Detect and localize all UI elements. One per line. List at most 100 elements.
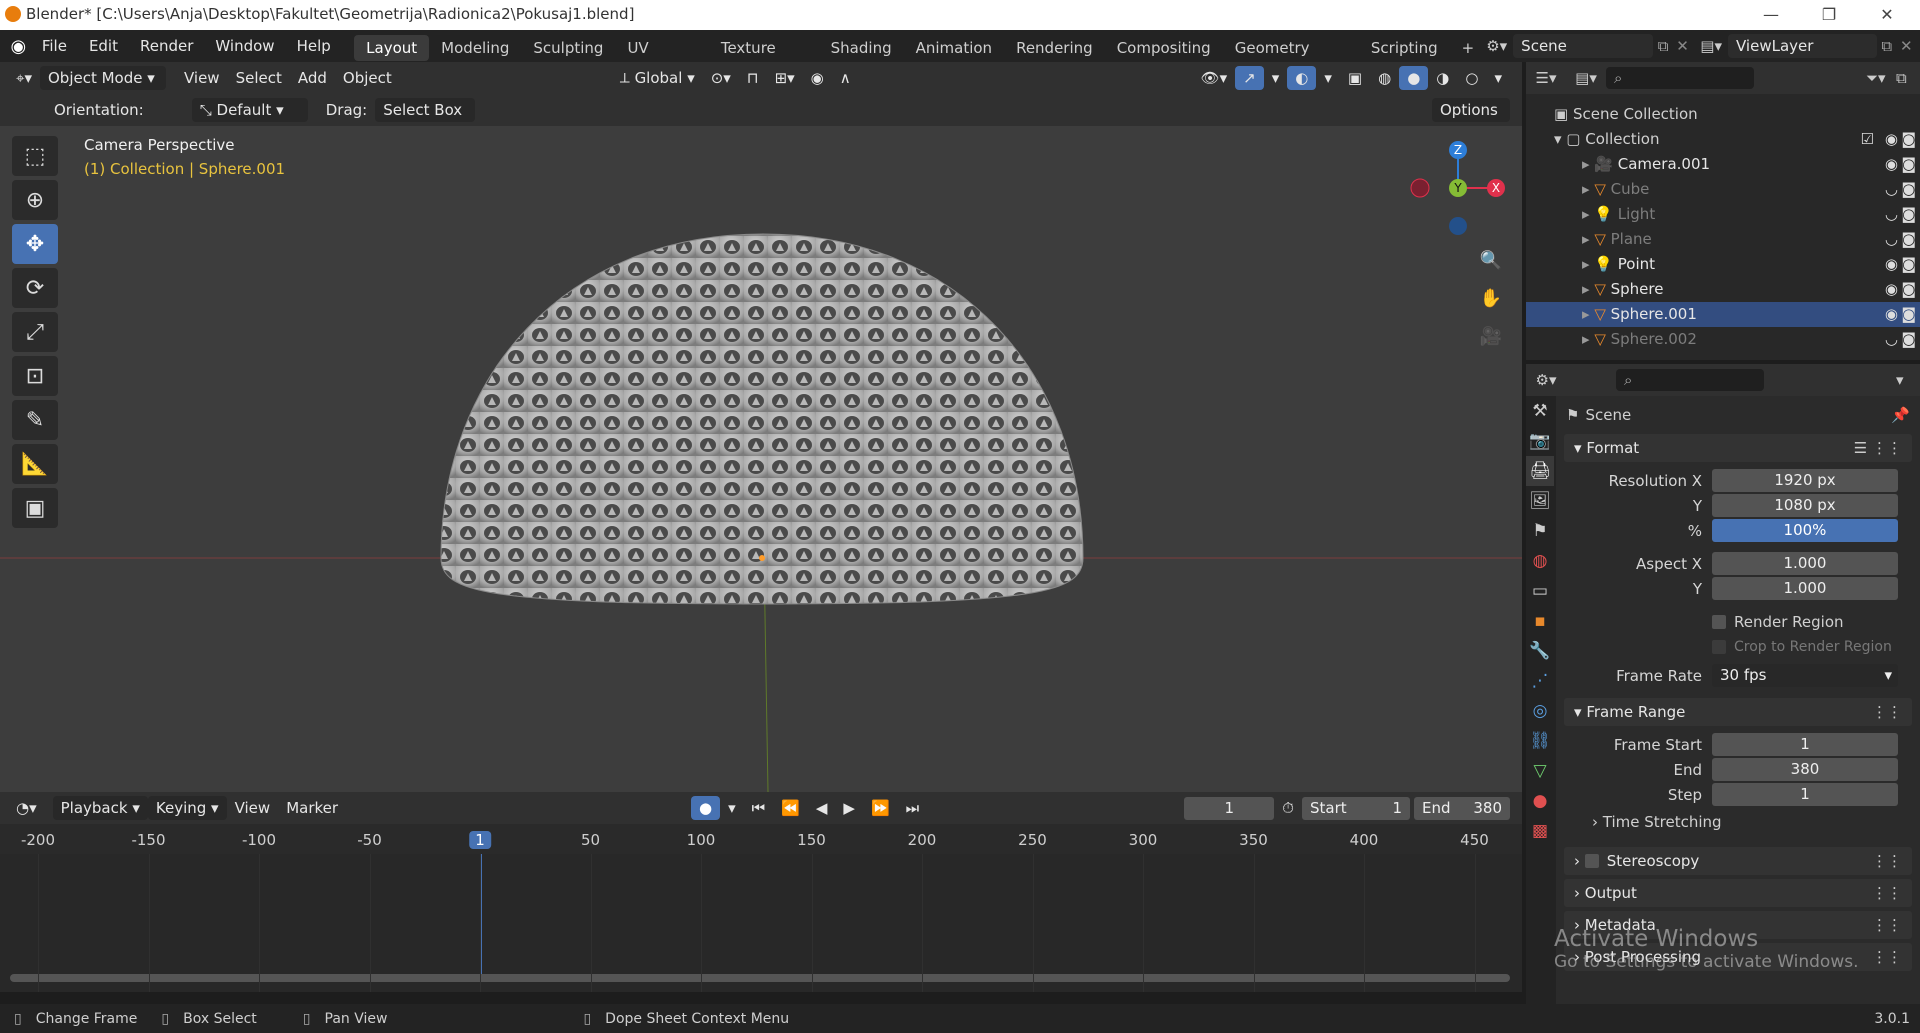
render-camera-icon[interactable]: ◙	[1901, 327, 1916, 352]
render-camera-icon[interactable]: ◙	[1901, 227, 1916, 252]
eye-closed-icon[interactable]: ◡	[1885, 227, 1898, 252]
physics-tab-icon[interactable]: ◎	[1526, 696, 1554, 726]
scene-browse-icon[interactable]: ⚙▾	[1486, 37, 1507, 55]
drag-dropdown[interactable]: Select Box ▾	[375, 98, 476, 143]
gizmo-z-axis[interactable]: Z	[1449, 141, 1467, 159]
start-frame-field[interactable]: Start 1	[1302, 796, 1410, 820]
frame-range-panel-header[interactable]: ▾ Frame Range ⋮⋮	[1564, 698, 1912, 726]
new-collection-icon[interactable]: ⧉	[1896, 69, 1920, 87]
auto-keying-icon[interactable]: ●	[691, 796, 721, 820]
output-tab-icon[interactable]: 🖨	[1526, 456, 1554, 486]
expand-arrow-icon[interactable]: ▸	[1582, 280, 1594, 298]
jump-end-icon[interactable]: ⏭	[898, 796, 928, 820]
gizmo-x-axis[interactable]: X	[1487, 179, 1505, 197]
visibility-icon[interactable]: 👁▾	[1193, 66, 1236, 90]
viewlayer-browse-icon[interactable]: ▤▾	[1700, 37, 1722, 55]
tab-scripting[interactable]: Scripting	[1359, 35, 1450, 61]
3d-viewport[interactable]: ⬚ ⊕ ✥ ⟳ ⤢ ⊡ ✎ 📐 ▣ Camera Perspective (1)…	[0, 126, 1522, 792]
minimize-button[interactable]: —	[1748, 2, 1794, 28]
new-viewlayer-icon[interactable]: ⧉	[1877, 37, 1897, 55]
close-button[interactable]: ✕	[1864, 2, 1910, 28]
outliner-item[interactable]: ▸ 💡 Point ◉ ◙	[1526, 252, 1920, 277]
render-camera-icon[interactable]: ◙	[1901, 202, 1916, 227]
filter-icon[interactable]: ⏷▾	[1866, 69, 1896, 87]
options-dropdown[interactable]: Options ▾	[1432, 98, 1510, 143]
crop-region-checkbox[interactable]	[1712, 639, 1726, 654]
outliner-item[interactable]: ▸ ▽ Cube ◡ ◙	[1526, 177, 1920, 202]
scene-tab-icon[interactable]: ⚑	[1526, 516, 1554, 546]
gizmo-y-axis[interactable]: Y	[1449, 179, 1467, 197]
tab-compositing[interactable]: Compositing	[1105, 35, 1223, 61]
orientation-dropdown[interactable]: ⤡ Default ▾	[191, 98, 308, 122]
gizmo-dropdown-icon[interactable]: ▾	[1264, 66, 1288, 90]
modifier-tab-icon[interactable]: 🔧	[1526, 636, 1554, 666]
jump-prev-keyframe-icon[interactable]: ⏪	[773, 796, 808, 820]
material-tab-icon[interactable]: ●	[1526, 786, 1554, 816]
resolution-y-field[interactable]: 1080 px	[1712, 494, 1898, 517]
mode-selector[interactable]: Object Mode ▾	[39, 66, 166, 90]
restore-button[interactable]: ❐	[1806, 2, 1852, 28]
pin-icon[interactable]: 📌	[1891, 406, 1910, 424]
proportional-edit-icon[interactable]: ◉	[803, 66, 832, 90]
format-panel-header[interactable]: ▾ Format ☰ ⋮⋮	[1564, 434, 1912, 462]
transform-tool-icon[interactable]: ⊡	[12, 356, 58, 396]
stereoscopy-checkbox[interactable]	[1584, 854, 1599, 868]
particles-tab-icon[interactable]: ⋰	[1526, 666, 1554, 696]
tab-animation[interactable]: Animation	[904, 35, 1004, 61]
tool-tab-icon[interactable]: ⚒	[1526, 396, 1554, 426]
eye-closed-icon[interactable]: ◡	[1885, 177, 1898, 202]
menu-file[interactable]: File	[31, 30, 78, 62]
timeline-ruler[interactable]: -200 -150 -100 -50 1 50 100 150 200 250 300 350 400 4…	[0, 824, 1522, 854]
render-region-checkbox[interactable]	[1712, 614, 1726, 629]
add-workspace-button[interactable]: +	[1450, 35, 1487, 61]
post-processing-panel-header[interactable]: › Post Processing ⋮⋮	[1564, 943, 1912, 971]
collection-checkbox-icon[interactable]: ☑	[1861, 127, 1874, 152]
pan-hand-icon[interactable]: ✋	[1476, 284, 1506, 314]
measure-tool-icon[interactable]: 📐	[12, 444, 58, 484]
xray-toggle-icon[interactable]: ▣	[1340, 66, 1370, 90]
expand-arrow-icon[interactable]: ▸	[1582, 230, 1594, 248]
scene-selector[interactable]: Scene	[1513, 34, 1654, 58]
end-frame-field[interactable]: End 380	[1414, 796, 1510, 820]
menu-select[interactable]: Select	[228, 66, 290, 90]
delete-viewlayer-icon[interactable]: ✕	[1896, 37, 1916, 55]
properties-editor-type-icon[interactable]: ⚙▾	[1526, 371, 1566, 389]
navigation-gizmo[interactable]: Z Y X	[1408, 138, 1508, 238]
menu-add[interactable]: Add	[290, 66, 335, 90]
time-stretching-subpanel[interactable]: › Time Stretching	[1564, 807, 1912, 837]
current-frame-field[interactable]: 1	[1184, 796, 1275, 820]
eye-open-icon[interactable]: ◉	[1885, 252, 1898, 277]
move-tool-icon[interactable]: ✥	[12, 224, 58, 264]
add-cube-tool-icon[interactable]: ▣	[12, 488, 58, 528]
menu-view[interactable]: View	[176, 66, 228, 90]
post-processing-drag-icon[interactable]: ⋮⋮	[1872, 943, 1902, 971]
preview-range-icon[interactable]: ⏱	[1274, 796, 1302, 820]
zoom-icon[interactable]: 🔍	[1476, 246, 1506, 276]
jump-start-icon[interactable]: ⏮	[744, 796, 774, 820]
wireframe-shading-icon[interactable]: ◍	[1370, 66, 1399, 90]
menu-help[interactable]: Help	[286, 30, 342, 62]
cursor-tool-icon[interactable]: ⊕	[12, 180, 58, 220]
outliner-editor-type-icon[interactable]: ☰▾	[1526, 69, 1566, 87]
menu-edit[interactable]: Edit	[78, 30, 129, 62]
aspect-y-field[interactable]: 1.000	[1712, 577, 1898, 600]
render-camera-icon[interactable]: ◙	[1901, 277, 1916, 302]
collection-tab-icon[interactable]: ▭	[1526, 576, 1554, 606]
stereoscopy-drag-icon[interactable]: ⋮⋮	[1872, 847, 1902, 875]
outliner-search-input[interactable]: ⌕	[1606, 67, 1754, 89]
tab-sculpting[interactable]: Sculpting	[521, 35, 615, 61]
frame-range-drag-icon[interactable]: ⋮⋮	[1872, 698, 1902, 726]
texture-tab-icon[interactable]: ▩	[1526, 816, 1554, 846]
shading-dropdown-icon[interactable]: ▾	[1486, 66, 1510, 90]
output-drag-icon[interactable]: ⋮⋮	[1872, 879, 1902, 907]
material-shading-icon[interactable]: ◑	[1428, 66, 1457, 90]
select-box-tool-icon[interactable]: ⬚	[12, 136, 58, 176]
resolution-percent-slider[interactable]: 100%	[1712, 519, 1898, 542]
menu-window[interactable]: Window	[204, 30, 285, 62]
menu-render[interactable]: Render	[129, 30, 204, 62]
view-layer-tab-icon[interactable]: 🖼	[1526, 486, 1554, 516]
world-tab-icon[interactable]: ◍	[1526, 546, 1554, 576]
stereoscopy-panel-header[interactable]: › Stereoscopy ⋮⋮	[1564, 847, 1912, 875]
object-tab-icon[interactable]: ▪	[1526, 606, 1554, 636]
snap-target-icon[interactable]: ⊞▾	[767, 66, 803, 90]
